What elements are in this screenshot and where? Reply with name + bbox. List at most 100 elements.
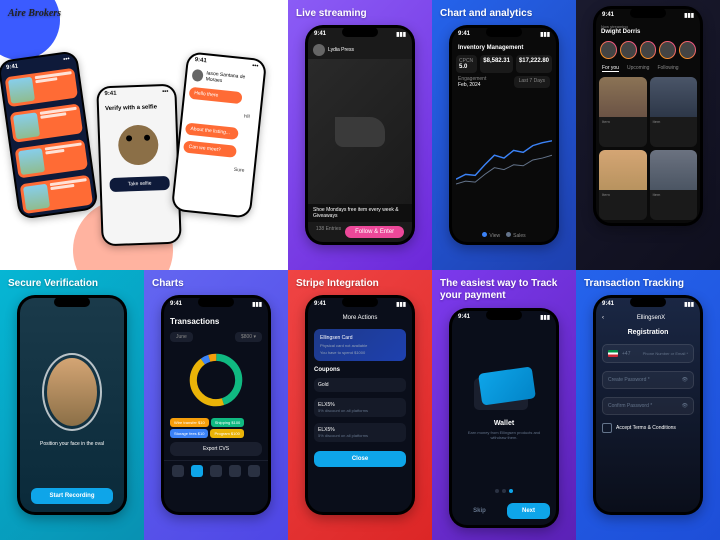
live-caption: Shoe Mondays free item every week & Give… xyxy=(308,204,412,222)
panel-charts: Charts 9:41▮▮▮ Transactions June$800 ▾ W… xyxy=(144,270,288,540)
panel-title: Transaction Tracking xyxy=(580,276,688,291)
story-avatar[interactable] xyxy=(600,41,617,59)
selfie-face-icon xyxy=(118,124,159,165)
transactions-donut-chart xyxy=(164,342,268,418)
story-avatar[interactable] xyxy=(679,41,696,59)
panel-title: Live streaming xyxy=(292,6,371,21)
legend-chip: Shipping $100 xyxy=(211,418,245,427)
month-select[interactable]: June xyxy=(170,332,193,342)
avatar xyxy=(192,69,204,82)
chat-bubble: Hello there xyxy=(189,87,243,104)
panel-title: Aire Brokers xyxy=(4,6,65,21)
transactions-header: Transactions xyxy=(164,311,268,332)
next-button[interactable]: Next xyxy=(507,503,550,519)
feed-card[interactable]: Item xyxy=(650,150,698,220)
entries-count: 138 Entries xyxy=(316,226,341,238)
chat-bubble: Sure xyxy=(228,163,250,177)
close-button[interactable]: Close xyxy=(314,451,406,467)
nav-item[interactable] xyxy=(229,465,241,477)
coupon-row[interactable]: ELX5%5% discount on all platforms xyxy=(314,423,406,442)
chat-bubble: About the listing... xyxy=(185,122,239,139)
panel-wallet: The easiest way to Track your payment 9:… xyxy=(432,270,576,540)
phone-listings: 9:41••• xyxy=(0,50,99,220)
panel-stories: 9:41▮▮▮ Now streamingDwight Dorris For y… xyxy=(576,0,720,270)
coupon-row[interactable]: ELX5%5% discount on all platforms xyxy=(314,398,406,417)
flag-icon xyxy=(608,350,618,357)
metric-card: $8,582.31 xyxy=(480,55,513,73)
sneaker-icon xyxy=(335,117,385,147)
avatar[interactable] xyxy=(313,44,325,56)
analytics-header: Inventory Management xyxy=(452,41,556,55)
panel-transaction-tracking: Transaction Tracking 9:41▮▮▮ ‹EllingsenX… xyxy=(576,270,720,540)
registration-heading: Registration xyxy=(596,325,700,340)
follow-enter-button[interactable]: Follow & Enter xyxy=(345,226,404,238)
panel-title: Stripe Integration xyxy=(292,276,383,291)
feed-card[interactable]: Item xyxy=(650,77,698,147)
period-select[interactable]: Last 7 Days xyxy=(514,76,550,88)
terms-checkbox[interactable] xyxy=(602,423,612,433)
streamer-name: Lydia Press xyxy=(328,47,354,53)
tab-following[interactable]: Following xyxy=(657,65,678,72)
phone-field[interactable]: +47Phone Number or Email * xyxy=(602,344,694,363)
engagement-chart xyxy=(452,91,556,229)
bottom-nav xyxy=(164,460,268,481)
wallet-sub: Earn money from Ellingsen products and w… xyxy=(452,430,556,440)
feed-card[interactable]: Item xyxy=(599,77,647,147)
export-cvs-button[interactable]: Export CVS xyxy=(170,442,262,456)
chat-name: Iason Santana de Moraes xyxy=(205,70,258,87)
skip-button[interactable]: Skip xyxy=(458,503,501,519)
hint-text: Position your face in the oval xyxy=(40,441,104,447)
story-avatar[interactable] xyxy=(620,41,637,59)
face-oval xyxy=(42,353,102,431)
nav-item[interactable] xyxy=(248,465,260,477)
ellingsen-card[interactable]: Ellingsen Card Physical card not availab… xyxy=(314,329,406,361)
confirm-password-field[interactable]: Confirm Password *👁 xyxy=(602,397,694,415)
panel-title: Charts xyxy=(148,276,188,291)
legend-chip: Storage fees $10 xyxy=(170,429,208,438)
panel-live-streaming: Live streaming 9:41▮▮▮ Lydia Press Shoe … xyxy=(288,0,432,270)
coupons-header: Coupons xyxy=(308,365,412,375)
panel-analytics: Chart and analytics 9:41▮▮▮ Inventory Ma… xyxy=(432,0,576,270)
panel-title: Chart and analytics xyxy=(436,6,536,21)
wallet-cards-icon xyxy=(474,370,534,410)
listing-card[interactable] xyxy=(20,175,93,214)
terms-label: Accept Terms & Conditions xyxy=(616,425,676,431)
brand-name: EllingsenX xyxy=(608,315,694,321)
nav-item[interactable] xyxy=(210,465,222,477)
live-video[interactable] xyxy=(308,59,412,204)
amount-select[interactable]: $800 ▾ xyxy=(235,332,262,342)
chat-bubble: Hi! xyxy=(238,110,255,124)
eye-icon[interactable]: 👁 xyxy=(682,377,688,383)
wallet-heading: Wallet xyxy=(494,420,514,427)
panel-stripe: Stripe Integration 9:41▮▮▮ More Actions … xyxy=(288,270,432,540)
start-recording-button[interactable]: Start Recording xyxy=(31,488,112,504)
story-avatar[interactable] xyxy=(640,41,657,59)
feed-card[interactable]: Item xyxy=(599,150,647,220)
tab-upcoming[interactable]: Upcoming xyxy=(627,65,650,72)
listing-card[interactable] xyxy=(10,103,83,142)
create-password-field[interactable]: Create Password *👁 xyxy=(602,371,694,389)
more-actions-header: More Actions xyxy=(308,311,412,325)
metric-card: CPCN5.0 xyxy=(456,55,477,73)
phone-verify: 9:41••• Verify with a selfie Take selfie xyxy=(96,84,182,247)
eye-icon[interactable]: 👁 xyxy=(682,403,688,409)
panel-title: Secure Verification xyxy=(4,276,102,291)
legend-chip: Wire transfer $10 xyxy=(170,418,209,427)
nav-item[interactable] xyxy=(172,465,184,477)
listing-card[interactable] xyxy=(5,68,78,107)
panel-secure-verification: Secure Verification 9:41▮▮▮ Position you… xyxy=(0,270,144,540)
panel-aire-brokers: Aire Brokers 9:41••• 9:41••• Verify with… xyxy=(0,0,288,270)
phone-chat: 9:41••• Iason Santana de Moraes Hello th… xyxy=(171,51,267,218)
coupon-row[interactable]: Gold xyxy=(314,378,406,392)
nav-item[interactable] xyxy=(191,465,203,477)
story-avatar[interactable] xyxy=(659,41,676,59)
tab-foryou[interactable]: For you xyxy=(602,65,619,72)
legend-chip: Program $100 xyxy=(210,429,243,438)
listing-card[interactable] xyxy=(15,139,88,178)
verify-title: Verify with a selfie xyxy=(99,98,176,119)
metric-card: $17,222.80 xyxy=(516,55,552,73)
back-icon[interactable]: ‹ xyxy=(602,315,604,321)
take-selfie-button[interactable]: Take selfie xyxy=(109,176,169,192)
panel-title: The easiest way to Track your payment xyxy=(436,276,572,304)
person-photo xyxy=(47,358,97,426)
